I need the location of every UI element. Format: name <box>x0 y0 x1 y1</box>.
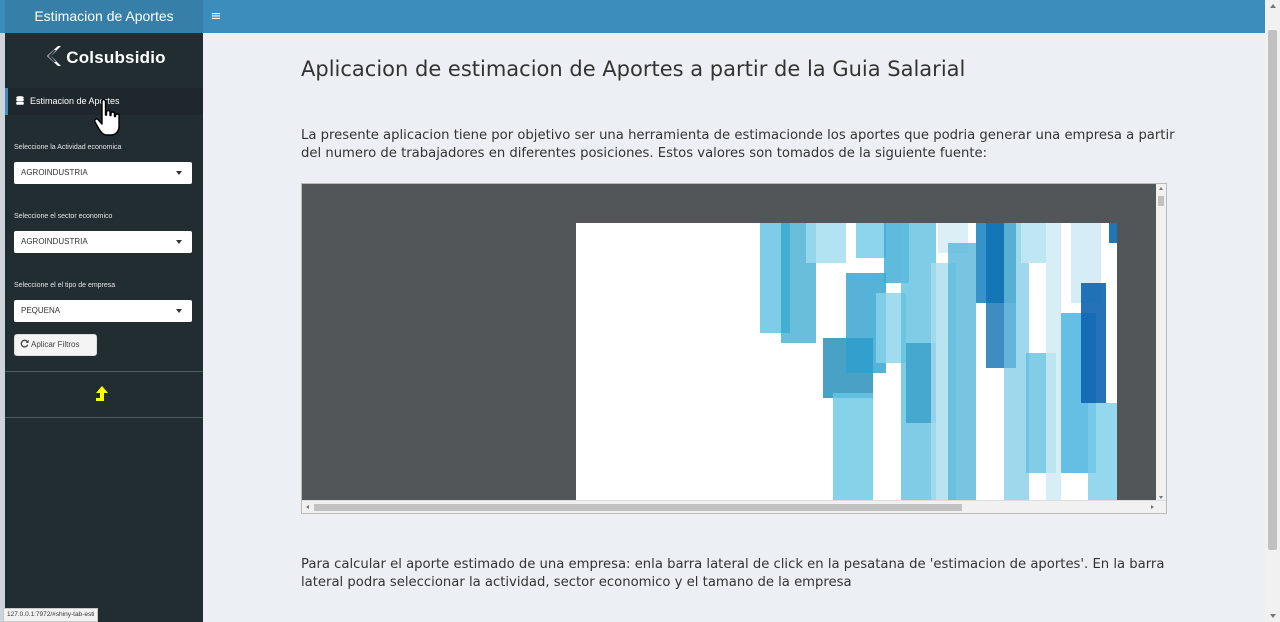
sector-economico-label: Seleccione el sector economico <box>14 213 113 220</box>
arrow-left-icon[interactable] <box>306 505 309 509</box>
viewer-vertical-scrollbar[interactable] <box>1156 184 1166 502</box>
sidebar-toggle-button[interactable]: ≡ <box>207 0 225 33</box>
pdf-page-cover <box>576 223 1117 503</box>
logo-text: Colsubsidio <box>66 48 166 67</box>
colsubsidio-logo: Colsubsidio <box>5 45 203 75</box>
refresh-icon <box>20 339 29 348</box>
chevron-down-icon <box>176 171 182 175</box>
instructions-paragraph: Para calcular el aporte estimado de una … <box>301 557 1165 590</box>
arrow-down-icon[interactable] <box>1270 614 1276 618</box>
chevron-down-icon <box>176 240 182 244</box>
colsubsidio-logo-mark <box>47 46 62 66</box>
app-title: Estimacion de Aportes <box>5 0 203 33</box>
sidebar-divider <box>5 417 203 418</box>
arrow-up-icon[interactable] <box>1270 4 1276 8</box>
arrow-down-icon[interactable] <box>1159 496 1163 499</box>
scrollbar-thumb[interactable] <box>1158 196 1164 206</box>
sector-economico-value: AGROINDUSTRIA <box>21 237 88 246</box>
database-icon <box>16 96 24 105</box>
scrollbar-thumb[interactable] <box>1268 30 1277 550</box>
arrow-right-icon[interactable] <box>1151 505 1154 509</box>
sidebar-divider <box>5 371 203 372</box>
aplicar-filtros-label: Aplicar Filtros <box>31 340 80 349</box>
cover-art-image <box>760 223 1117 503</box>
actividad-economica-value: AGROINDUSTRIA <box>21 168 88 177</box>
page-vertical-scrollbar[interactable] <box>1265 0 1280 622</box>
arrow-up-icon[interactable] <box>1159 187 1163 190</box>
pdf-viewer[interactable] <box>301 183 1167 514</box>
viewer-horizontal-scrollbar[interactable] <box>302 500 1166 513</box>
top-navbar: Estimacion de Aportes ≡ <box>0 0 1265 33</box>
main-content: Aplicacion de estimacion de Aportes a pa… <box>203 33 1265 622</box>
hamburger-icon: ≡ <box>210 9 222 24</box>
page-title: Aplicacion de estimacion de Aportes a pa… <box>301 57 966 81</box>
hand-pointer-cursor-icon <box>94 98 120 136</box>
sector-economico-select[interactable]: AGROINDUSTRIA <box>14 231 192 253</box>
tipo-empresa-value: PEQUENA <box>21 306 61 315</box>
actividad-economica-label: Seleccione la Actividad economica <box>14 144 122 151</box>
aplicar-filtros-button[interactable]: Aplicar Filtros <box>14 334 97 356</box>
tipo-empresa-label: Seleccione el el tipo de empresa <box>14 282 116 289</box>
arrow-up-icon[interactable] <box>93 386 109 404</box>
scrollbar-thumb[interactable] <box>314 504 962 511</box>
chevron-down-icon <box>176 309 182 313</box>
actividad-economica-select[interactable]: AGROINDUSTRIA <box>14 162 192 184</box>
intro-paragraph: La presente aplicacion tiene por objetiv… <box>301 128 1175 161</box>
status-url-bar: 127.0.0.1:7972/#shiny-tab-esti <box>3 608 99 622</box>
tipo-empresa-select[interactable]: PEQUENA <box>14 300 192 322</box>
